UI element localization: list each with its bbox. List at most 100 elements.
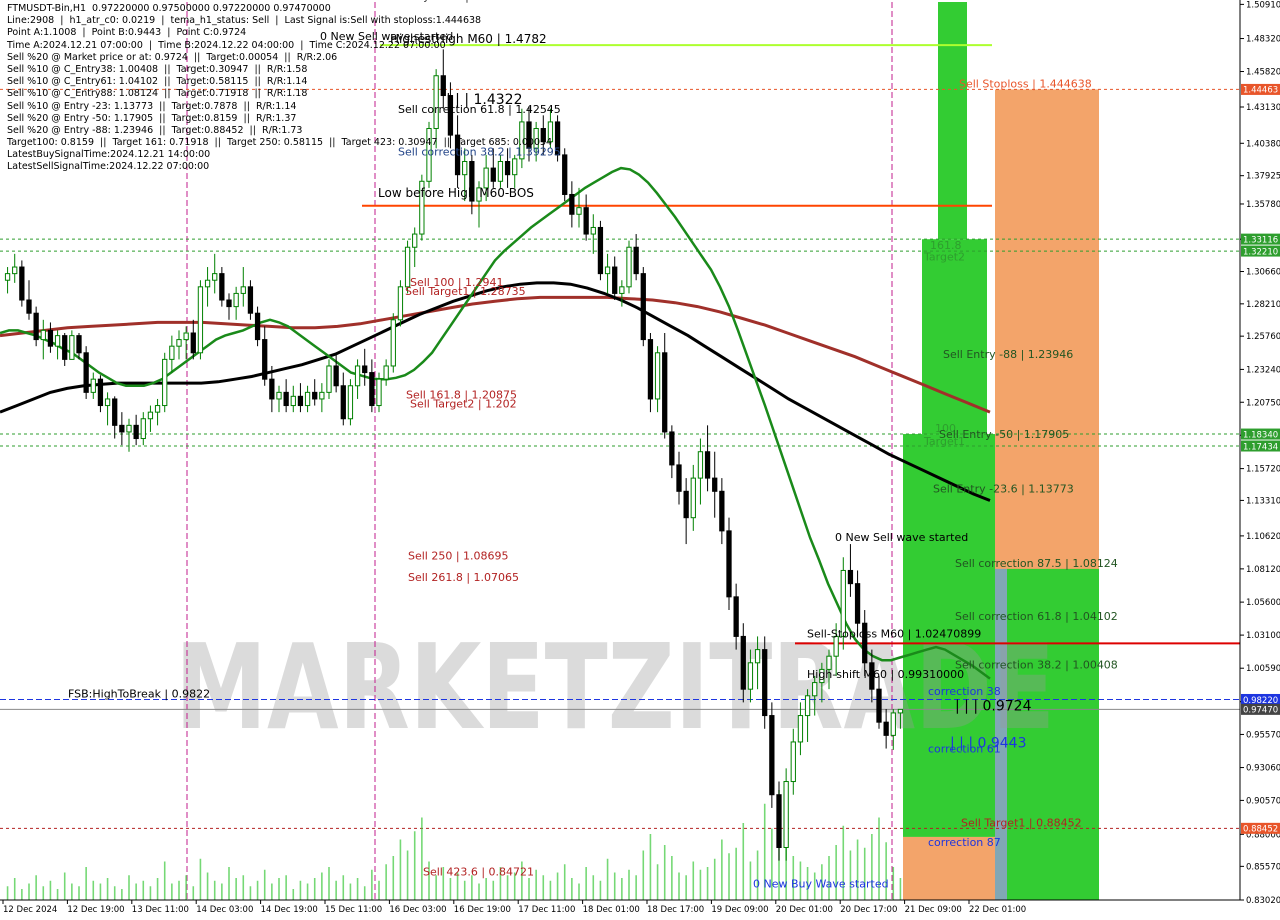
level-label: correction 38: [928, 685, 1001, 698]
level-label: Sell Target1 | 0.88452: [961, 816, 1082, 829]
candle-body: [169, 345, 175, 360]
axis-price-label: 1.33116: [1243, 235, 1278, 245]
candle-body: [769, 715, 775, 796]
info-line: Sell %20 @ Entry -88: 1.23946 || Target:…: [7, 124, 303, 136]
candle-body: [854, 583, 861, 624]
level-label: High-shift M60 | 0.99310000: [807, 668, 964, 681]
level-label: 0 New Buy Wave started: [753, 878, 889, 891]
x-tick-label: 13 Dec 11:00: [132, 905, 189, 915]
info-line: FTMUSDT-Bin,H1 0.97220000 0.97500000 0.9…: [7, 3, 331, 14]
y-tick-label: 1.25760: [1246, 332, 1280, 342]
candle-body: [412, 233, 418, 248]
chart-root: MARKETZITRADESell Entry -23.6 | 1.510790…: [0, 0, 1280, 920]
candle-body: [883, 721, 889, 736]
candle-body: [97, 378, 104, 407]
candle-body: [804, 695, 811, 717]
candle-body: [890, 712, 896, 736]
y-tick-label: 1.13310: [1246, 496, 1280, 506]
axis-price-label: 0.97470: [1243, 706, 1278, 716]
y-tick-label: 1.37925: [1246, 172, 1280, 182]
candle-body: [112, 398, 118, 426]
x-tick-label: 19 Dec 09:00: [711, 905, 768, 915]
candle-body: [376, 378, 382, 407]
candle-body: [333, 365, 339, 387]
target2-zone: [938, 2, 967, 240]
candle-body: [190, 332, 196, 354]
y-tick-label: 1.48320: [1246, 35, 1280, 45]
level-label: Sell correction 87.5 | 1.08124: [955, 557, 1118, 570]
candle-body: [626, 246, 632, 288]
x-tick-label: 14 Dec 03:00: [196, 905, 253, 915]
y-tick-label: 1.45820: [1246, 68, 1280, 78]
candle-body: [747, 662, 754, 690]
info-line: Sell %10 @ Entry -23: 1.13773 || Target:…: [7, 100, 297, 112]
candle-body: [254, 312, 261, 341]
x-tick-label: 15 Dec 11:00: [325, 905, 382, 915]
level-label: Low before High M60-BOS: [378, 186, 534, 200]
level-label: Sell Entry -23.6 | 1.13773: [933, 482, 1074, 495]
candle-body: [26, 299, 32, 314]
level-label: Sell 250 | 1.08695: [408, 549, 509, 562]
candle-body: [812, 682, 818, 697]
candle-body: [83, 352, 89, 393]
candle-body: [640, 273, 646, 341]
y-tick-label: 1.10620: [1246, 532, 1280, 542]
candle-body: [47, 329, 54, 347]
axis-price-label: 1.44463: [1243, 86, 1278, 96]
candle-body: [104, 398, 111, 407]
level-label: Sell Entry -88 | 1.23946: [943, 348, 1073, 361]
candle-body: [840, 569, 846, 637]
candle-body: [204, 279, 211, 288]
candle-body: [247, 286, 254, 314]
axis-price-label: 1.17434: [1243, 442, 1278, 452]
y-tick-label: 1.03100: [1246, 631, 1280, 641]
candle-body: [297, 395, 304, 407]
candle-body: [604, 266, 611, 275]
y-tick-label: 1.00590: [1246, 664, 1280, 674]
candle-body: [397, 286, 404, 321]
candle-body: [783, 781, 789, 848]
info-line: Point A:1.1008 | Point B:0.9443 | Point …: [7, 27, 247, 39]
candle-body: [383, 365, 389, 380]
level-label: 0 New Sell wave started: [835, 531, 968, 544]
candle-body: [754, 649, 761, 664]
candle-body: [790, 741, 796, 783]
y-tick-label: 1.20750: [1246, 398, 1280, 408]
candle-body: [219, 273, 225, 301]
level-label: Sell Target1 | 1.28735: [405, 285, 526, 298]
candle-body: [226, 299, 232, 308]
x-tick-label: 16 Dec 03:00: [389, 905, 446, 915]
candle-body: [4, 273, 11, 281]
candle-body: [733, 596, 739, 637]
candle-body: [133, 424, 139, 440]
y-tick-label: 1.23240: [1246, 365, 1280, 375]
y-tick-label: 1.35780: [1246, 200, 1280, 210]
candle-body: [126, 424, 132, 433]
level-label: Sell 423.6 | 0.84721: [423, 866, 534, 879]
axis-price-label: 1.32210: [1243, 247, 1278, 257]
y-tick-label: 0.83020: [1246, 896, 1280, 906]
candle-body: [369, 372, 375, 407]
candle-body: [576, 207, 582, 215]
level-label: correction 61: [928, 742, 1001, 755]
axis-price-label: 1.18340: [1243, 430, 1278, 440]
candle-body: [726, 530, 732, 598]
candle-body: [740, 635, 746, 690]
info-line: Time A:2024.12.21 07:00:00 | Time B:2024…: [7, 39, 446, 51]
x-tick-label: 18 Dec 17:00: [647, 905, 704, 915]
candle-body: [719, 490, 725, 532]
candle-body: [33, 312, 39, 341]
candle-body: [212, 273, 218, 281]
candle-body: [569, 193, 575, 215]
candle-body: [290, 395, 296, 407]
candle-body: [633, 246, 639, 275]
x-tick-label: 18 Dec 01:00: [583, 905, 640, 915]
candle-body: [762, 649, 768, 717]
level-label: Sell correction 38.2 | 1.00408: [955, 659, 1118, 672]
level-label: Target2: [923, 250, 965, 263]
info-line: Sell %20 @ Entry -50: 1.17905 || Target:…: [7, 112, 297, 124]
y-tick-label: 1.15720: [1246, 465, 1280, 475]
y-tick-label: 0.90570: [1246, 796, 1280, 806]
info-line: Sell %10 @ C_Entry88: 1.08124 || Target:…: [7, 88, 308, 100]
y-tick-label: 1.43130: [1246, 103, 1280, 113]
